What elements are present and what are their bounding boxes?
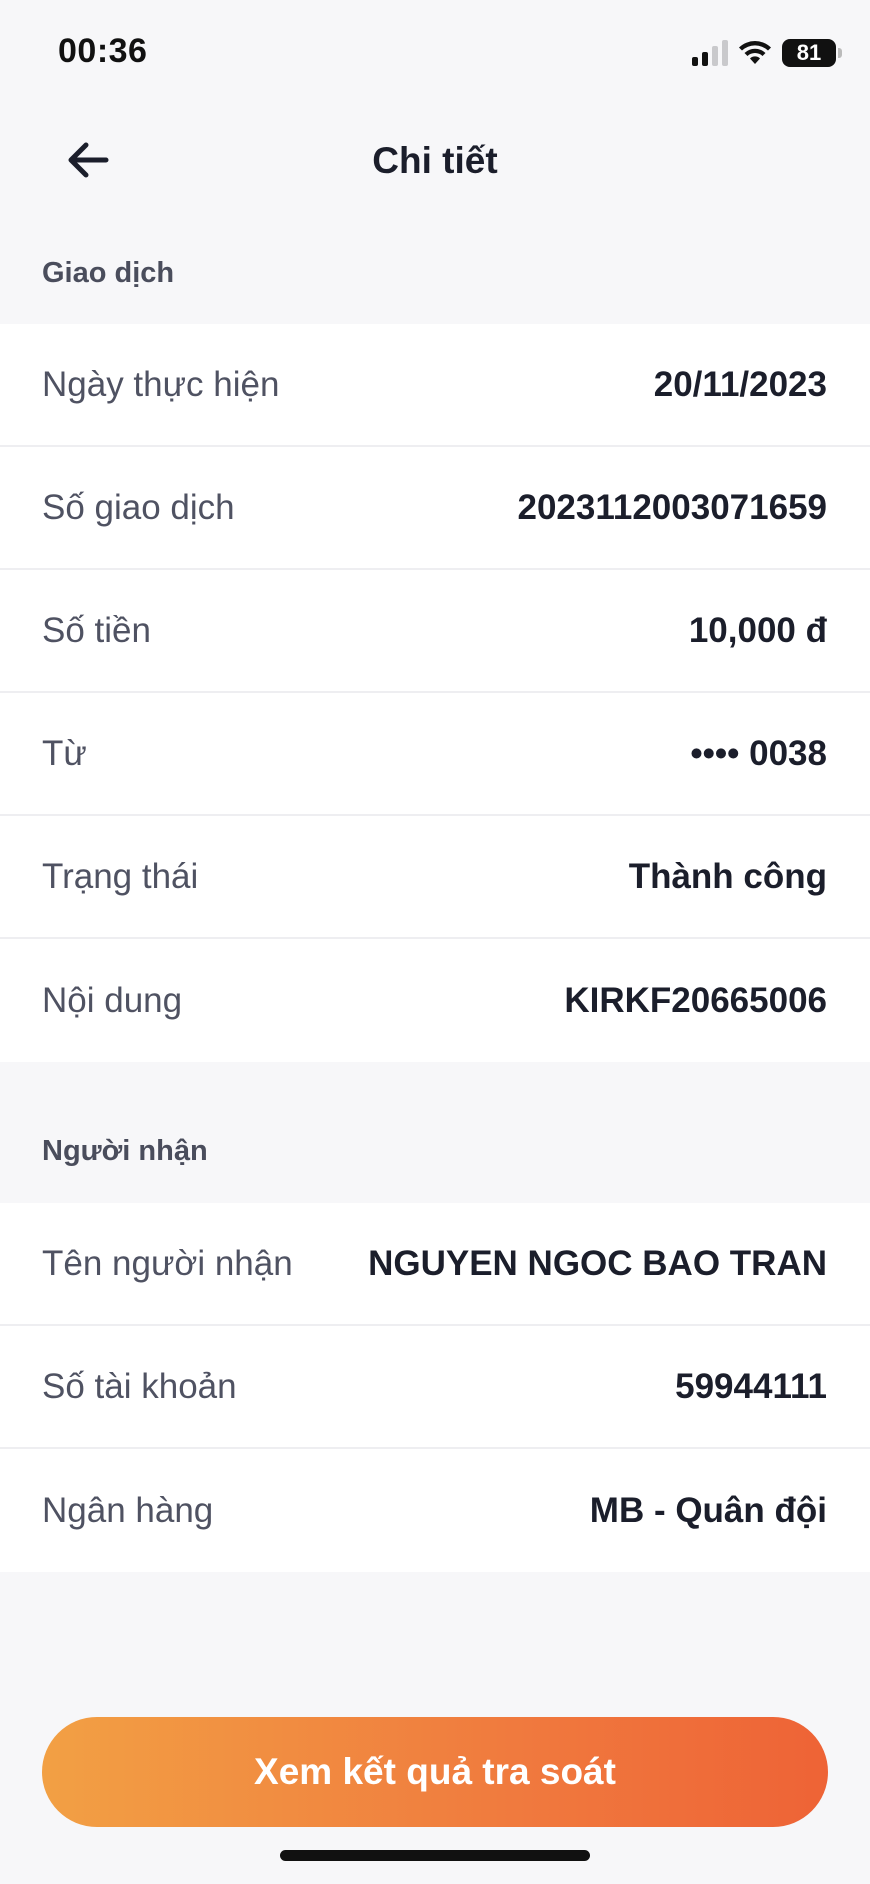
- detail-row-from-account: Từ •••• 0038: [0, 693, 870, 816]
- detail-label: Ngân hàng: [42, 1490, 214, 1530]
- section-title-transaction: Giao dịch: [42, 257, 175, 289]
- detail-value: NGUYEN NGOC BAO TRAN: [368, 1243, 827, 1283]
- detail-row-amount: Số tiền 10,000 đ: [0, 570, 870, 693]
- detail-value: •••• 0038: [690, 733, 827, 773]
- status-value: Thành công: [628, 856, 827, 896]
- detail-row-recipient-name: Tên người nhận NGUYEN NGOC BAO TRAN: [0, 1203, 870, 1326]
- detail-label: Từ: [42, 733, 87, 773]
- view-investigation-result-button[interactable]: Xem kết quả tra soát: [42, 1717, 828, 1827]
- detail-label: Số giao dịch: [42, 487, 235, 527]
- status-bar: 00:36 81: [0, 0, 870, 100]
- detail-value: 2023112003071659: [517, 487, 827, 527]
- page-title: Chi tiết: [372, 140, 498, 181]
- detail-row-content: Nội dung KIRKF20665006: [0, 939, 870, 1062]
- detail-row-status: Trạng thái Thành công: [0, 816, 870, 939]
- detail-row-date: Ngày thực hiện 20/11/2023: [0, 324, 870, 447]
- detail-value: KIRKF20665006: [564, 980, 827, 1020]
- detail-value: 10,000 đ: [688, 610, 827, 650]
- wifi-icon: [739, 41, 771, 64]
- nav-bar: Chi tiết: [0, 110, 870, 210]
- section-title-recipient: Người nhận: [42, 1135, 208, 1167]
- detail-label: Số tài khoản: [42, 1366, 237, 1406]
- detail-value: 20/11/2023: [653, 364, 827, 404]
- recipient-card: Tên người nhận NGUYEN NGOC BAO TRAN Số t…: [0, 1203, 870, 1572]
- status-icons: 81: [692, 36, 842, 70]
- detail-label: Số tiền: [42, 610, 151, 650]
- home-indicator[interactable]: [280, 1850, 590, 1861]
- cellular-signal-icon: [692, 40, 728, 66]
- battery-level: 81: [796, 40, 822, 65]
- detail-row-bank: Ngân hàng MB - Quân đội: [0, 1449, 870, 1572]
- detail-label: Trạng thái: [42, 856, 199, 896]
- detail-label: Ngày thực hiện: [42, 364, 280, 404]
- detail-label: Nội dung: [42, 980, 183, 1020]
- transaction-card: Ngày thực hiện 20/11/2023 Số giao dịch 2…: [0, 324, 870, 1062]
- status-time: 00:36: [58, 32, 148, 70]
- detail-value: 59944111: [675, 1366, 827, 1406]
- detail-value: MB - Quân đội: [589, 1490, 827, 1530]
- detail-row-account-number: Số tài khoản 59944111: [0, 1326, 870, 1449]
- detail-row-transaction-number: Số giao dịch 2023112003071659: [0, 447, 870, 570]
- battery-icon: 81: [782, 39, 842, 67]
- detail-label: Tên người nhận: [42, 1243, 293, 1283]
